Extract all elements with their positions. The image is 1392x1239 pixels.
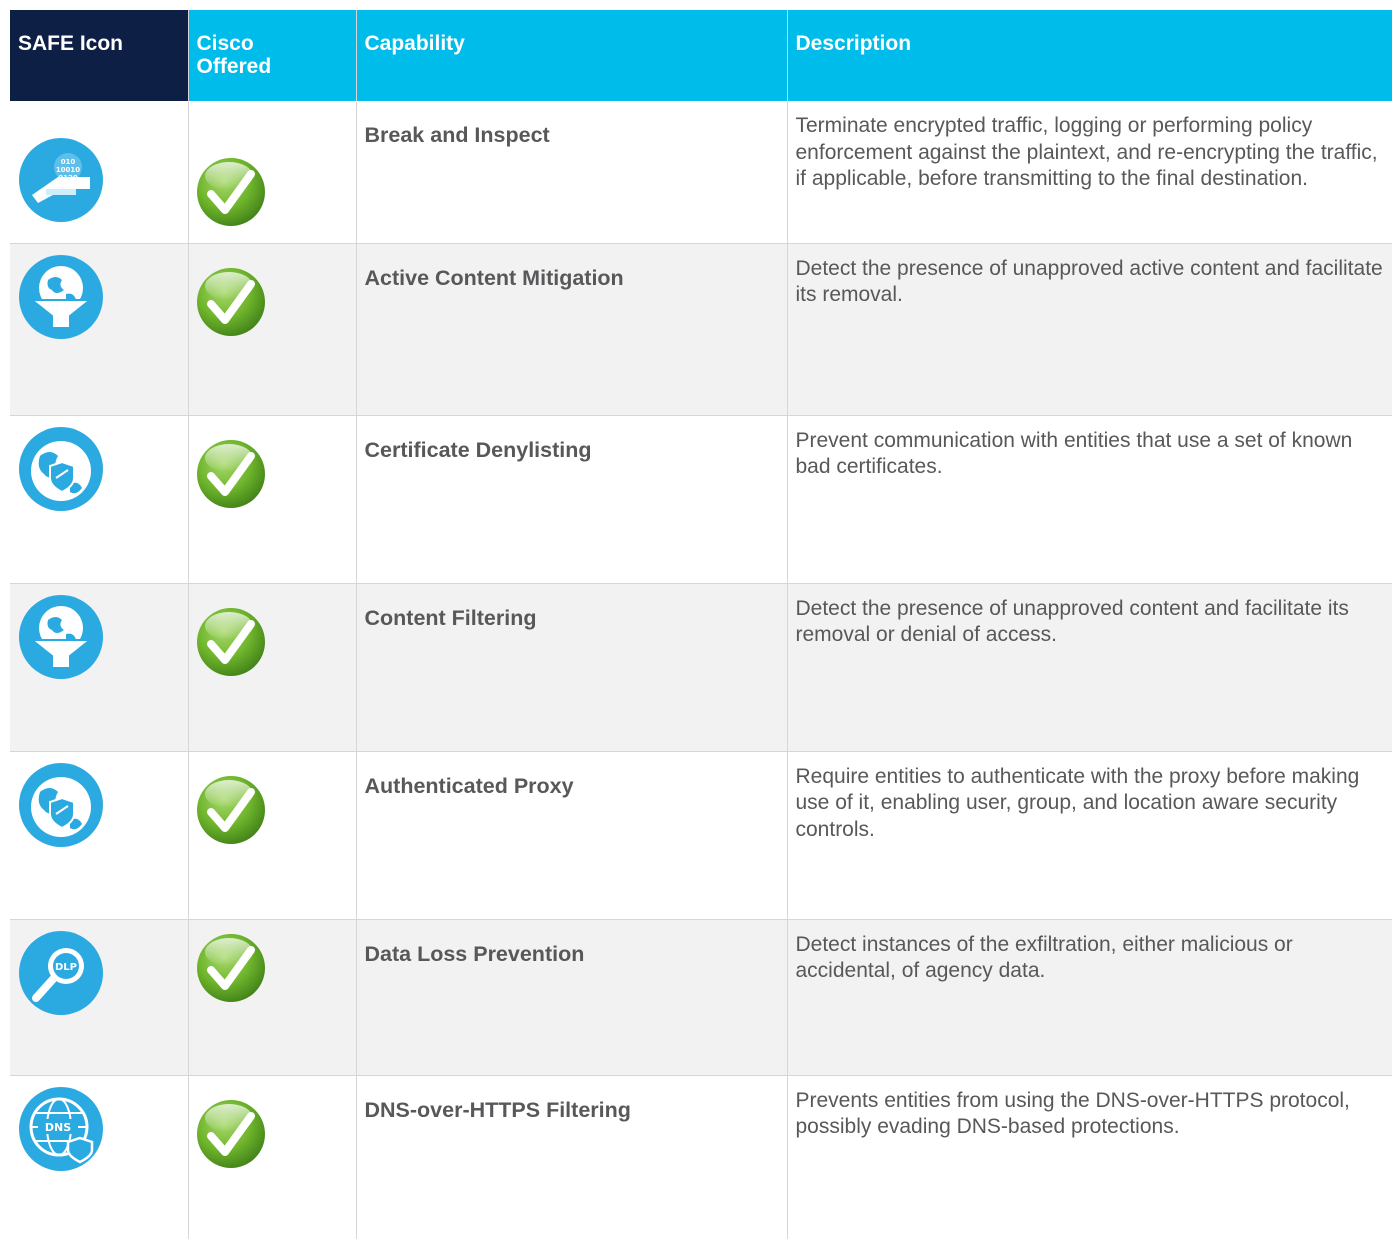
header-safe-icon: SAFE Icon — [10, 10, 188, 101]
check-icon — [195, 1098, 267, 1170]
dns-globe-shield-icon: DNS — [18, 1086, 104, 1172]
capability-cell: Content Filtering — [355, 583, 787, 752]
check-icon — [195, 774, 267, 846]
offered-cell — [187, 1075, 356, 1239]
capability-cell: Break and Inspect — [355, 101, 787, 244]
capability-cell: Data Loss Prevention — [355, 919, 787, 1076]
table-row: 010 10010 0120 Break and Inspect Termina… — [10, 101, 1392, 244]
svg-text:010: 010 — [61, 158, 76, 166]
capability-description: Detect the presence of unapproved active… — [795, 256, 1383, 307]
table-row: DNS DNS-over-HTTPS Filtering Prevents en… — [10, 1075, 1392, 1239]
capability-table: SAFE Icon Cisco Offered Capability Descr… — [10, 10, 1392, 1239]
check-icon — [195, 156, 267, 228]
svg-text:DLP: DLP — [55, 962, 77, 973]
globe-shield-icon — [18, 426, 104, 512]
offered-cell — [187, 415, 356, 584]
encrypted-traffic-icon: 010 10010 0120 — [18, 137, 104, 223]
safe-icon-cell: DLP — [10, 919, 188, 1076]
table-row: Active Content Mitigation Detect the pre… — [10, 243, 1392, 416]
description-cell: Prevents entities from using the DNS-ove… — [786, 1075, 1392, 1239]
header-row: SAFE Icon Cisco Offered Capability Descr… — [10, 10, 1392, 101]
description-cell: Terminate encrypted traffic, logging or … — [786, 101, 1392, 244]
header-capability: Capability — [355, 10, 787, 101]
description-cell: Detect the presence of unapproved active… — [786, 243, 1392, 416]
capability-name: Certificate Denylisting — [364, 437, 592, 462]
globe-filter-icon — [18, 594, 104, 680]
check-icon — [195, 266, 267, 338]
check-icon — [195, 438, 267, 510]
capability-name: Active Content Mitigation — [364, 265, 624, 290]
offered-cell — [187, 243, 356, 416]
description-cell: Require entities to authenticate with th… — [786, 751, 1392, 920]
description-cell: Prevent communication with entities that… — [786, 415, 1392, 584]
svg-text:0120: 0120 — [58, 174, 78, 182]
globe-filter-icon — [18, 254, 104, 340]
header-description: Description — [786, 10, 1392, 101]
offered-cell — [187, 583, 356, 752]
capability-description: Detect the presence of unapproved conten… — [795, 596, 1349, 647]
capability-cell: DNS-over-HTTPS Filtering — [355, 1075, 787, 1239]
capability-cell: Certificate Denylisting — [355, 415, 787, 584]
globe-shield-icon — [18, 762, 104, 848]
description-cell: Detect instances of the exfiltration, ei… — [786, 919, 1392, 1076]
safe-icon-cell — [10, 243, 188, 416]
capability-cell: Authenticated Proxy — [355, 751, 787, 920]
check-icon — [195, 932, 267, 1004]
capability-description: Prevent communication with entities that… — [795, 428, 1353, 479]
header-cisco-offered: Cisco Offered — [187, 10, 356, 101]
safe-icon-cell: DNS — [10, 1075, 188, 1239]
safe-icon-cell — [10, 751, 188, 920]
capability-name: Break and Inspect — [364, 123, 550, 147]
table-row: Content Filtering Detect the presence of… — [10, 583, 1392, 752]
check-icon — [195, 606, 267, 678]
offered-cell — [187, 751, 356, 920]
svg-text:10010: 10010 — [56, 166, 80, 174]
safe-icon-cell — [10, 583, 188, 752]
safe-icon-cell: 010 10010 0120 — [10, 101, 188, 244]
table-row: Certificate Denylisting Prevent communic… — [10, 415, 1392, 584]
capability-name: DNS-over-HTTPS Filtering — [364, 1097, 631, 1122]
svg-text:DNS: DNS — [45, 1121, 71, 1134]
table-row: DLP Data Loss Prevention Detect instance… — [10, 919, 1392, 1076]
capability-description: Detect instances of the exfiltration, ei… — [795, 932, 1293, 983]
capability-cell: Active Content Mitigation — [355, 243, 787, 416]
capability-description: Prevents entities from using the DNS-ove… — [795, 1088, 1350, 1139]
table-row: Authenticated Proxy Require entities to … — [10, 751, 1392, 920]
dlp-magnifier-icon: DLP — [18, 930, 104, 1016]
offered-cell — [187, 101, 356, 244]
description-cell: Detect the presence of unapproved conten… — [786, 583, 1392, 752]
capability-description: Require entities to authenticate with th… — [795, 764, 1360, 841]
safe-icon-cell — [10, 415, 188, 584]
capability-name: Authenticated Proxy — [364, 773, 574, 798]
capability-description: Terminate encrypted traffic, logging or … — [795, 114, 1378, 190]
offered-cell — [187, 919, 356, 1076]
capability-name: Content Filtering — [364, 605, 537, 630]
capability-name: Data Loss Prevention — [364, 941, 585, 966]
